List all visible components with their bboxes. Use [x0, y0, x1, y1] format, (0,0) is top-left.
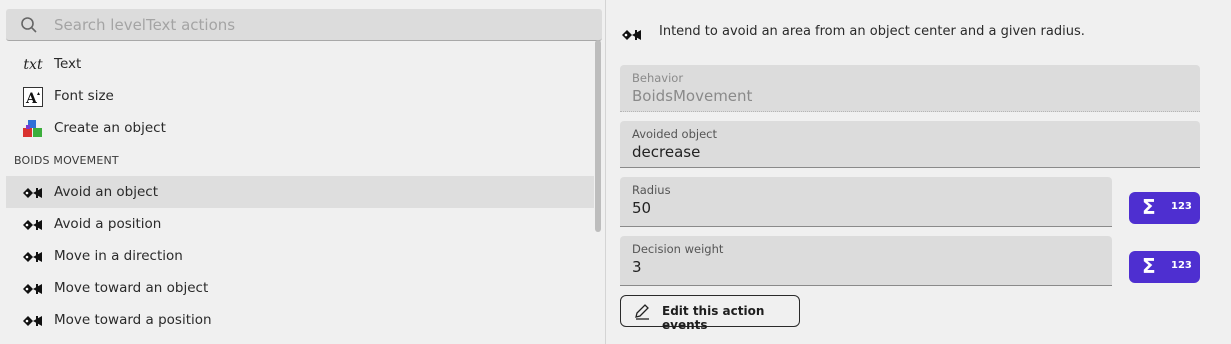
list-item-text[interactable]: txt Text — [6, 48, 594, 80]
text-italic-icon: txt — [23, 57, 43, 73]
radius-expression-button[interactable]: Σ 123 — [1129, 192, 1200, 224]
edit-button-label: Edit this action events — [662, 304, 765, 332]
search-input[interactable] — [54, 13, 574, 37]
fish-icon — [22, 311, 44, 331]
list-scrollbar[interactable] — [595, 40, 601, 232]
field-label: Decision weight — [632, 242, 724, 256]
fish-icon — [22, 183, 44, 203]
numeric-icon-label: 123 — [1171, 201, 1192, 212]
list-item-label: Avoid an object — [54, 184, 159, 200]
list-item-label: Create an object — [54, 120, 166, 136]
decision-weight-field[interactable]: Decision weight 3 — [620, 236, 1112, 286]
fish-icon — [22, 247, 44, 267]
field-label: Avoided object — [632, 127, 717, 141]
list-item-avoid-position[interactable]: Avoid a position — [6, 208, 594, 240]
list-item-font-size[interactable]: A ▴ Font size — [6, 80, 594, 112]
list-item-avoid-object[interactable]: Avoid an object — [6, 176, 594, 208]
field-label: Behavior — [632, 71, 684, 85]
numeric-icon-label: 123 — [1171, 260, 1192, 271]
pencil-icon — [635, 304, 649, 320]
actions-list: txt Text A ▴ Font size Create an object … — [6, 48, 594, 336]
sigma-icon: Σ — [1142, 254, 1156, 278]
section-header-boids-movement: BOIDS MOVEMENT — [14, 153, 119, 167]
action-description: Intend to avoid an area from an object c… — [659, 24, 1085, 39]
list-item-move-direction[interactable]: Move in a direction — [6, 240, 594, 272]
field-value: BoidsMovement — [632, 87, 753, 105]
list-item-label: Move in a direction — [54, 248, 183, 264]
radius-field[interactable]: Radius 50 — [620, 177, 1112, 227]
behavior-field: Behavior BoidsMovement — [620, 65, 1200, 112]
edit-action-events-button[interactable]: Edit this action events — [620, 295, 800, 332]
list-item-move-toward-object[interactable]: Move toward an object — [6, 272, 594, 304]
list-item-label: Move toward an object — [54, 280, 209, 296]
search-icon — [21, 17, 37, 33]
action-details-panel: Intend to avoid an area from an object c… — [607, 0, 1231, 344]
svg-text:▴: ▴ — [37, 90, 40, 97]
avoided-object-field[interactable]: Avoided object decrease — [620, 121, 1200, 168]
decision-weight-expression-button[interactable]: Σ 123 — [1129, 251, 1200, 283]
fish-icon — [621, 26, 643, 45]
list-item-label: Text — [54, 56, 82, 72]
field-value[interactable]: 50 — [632, 199, 651, 217]
field-value[interactable]: decrease — [632, 143, 700, 161]
fish-icon — [22, 215, 44, 235]
fish-icon — [22, 279, 44, 299]
list-item-create-object[interactable]: Create an object — [6, 112, 594, 144]
font-size-icon: A ▴ — [22, 87, 44, 107]
actions-panel: txt Text A ▴ Font size — [0, 0, 606, 344]
list-item-label: Move toward a position — [54, 312, 212, 328]
list-item-move-toward-position[interactable]: Move toward a position — [6, 304, 594, 336]
field-value[interactable]: 3 — [632, 258, 642, 276]
list-item-label: Font size — [54, 88, 114, 104]
search-bar[interactable] — [6, 9, 602, 41]
list-item-label: Avoid a position — [54, 216, 162, 232]
sigma-icon: Σ — [1142, 195, 1156, 219]
cubes-icon — [22, 119, 44, 139]
field-label: Radius — [632, 183, 671, 197]
